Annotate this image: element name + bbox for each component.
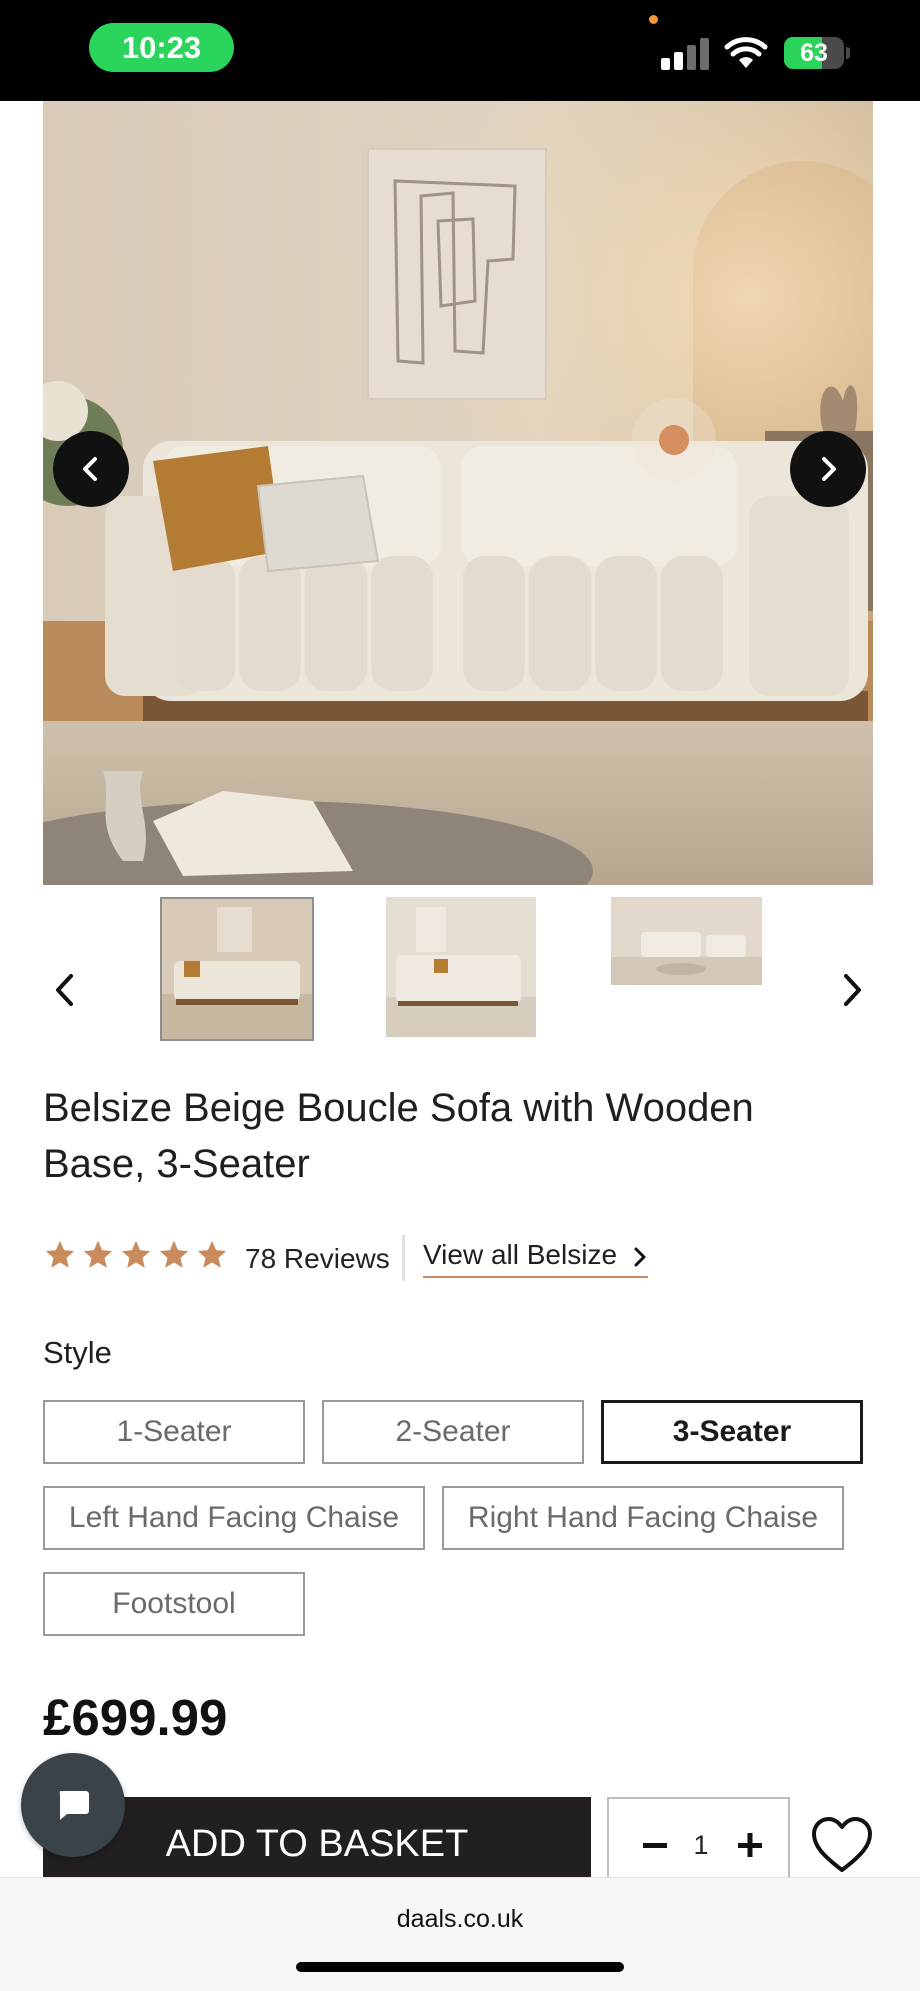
cellular-signal-icon xyxy=(661,38,709,70)
reviews-link[interactable]: 78 Reviews xyxy=(245,1243,390,1275)
battery-percent: 63 xyxy=(800,39,828,67)
thumbnail-image-2[interactable] xyxy=(386,897,536,1037)
hero-product-image[interactable] xyxy=(43,101,873,885)
recording-indicator xyxy=(649,15,658,24)
plus-icon xyxy=(738,1833,762,1857)
quantity-decrease-button[interactable] xyxy=(637,1827,673,1863)
status-time: 10:23 xyxy=(89,23,234,72)
star-icon xyxy=(197,1240,227,1268)
star-icon xyxy=(83,1240,113,1268)
chevron-left-icon xyxy=(56,974,73,1006)
wifi-icon xyxy=(724,37,768,68)
style-option-1-seater[interactable]: 1-Seater xyxy=(43,1400,305,1464)
thumbnail-image-1[interactable] xyxy=(160,897,314,1041)
star-icon xyxy=(159,1240,189,1268)
chevron-right-icon xyxy=(822,457,836,481)
style-option-footstool[interactable]: Footstool xyxy=(43,1572,305,1636)
hotspot-dot xyxy=(659,425,689,455)
style-option-3-seater[interactable]: 3-Seater xyxy=(601,1400,863,1464)
browser-address-bar[interactable]: daals.co.uk xyxy=(0,1877,920,1991)
battery-charging-icon: 63 xyxy=(784,37,844,69)
star-icon xyxy=(45,1240,75,1268)
rating-divider xyxy=(402,1235,405,1281)
rating-row: 78 Reviews View all Belsize xyxy=(43,1235,863,1285)
product-title: Belsize Beige Boucle Sofa with Wooden Ba… xyxy=(43,1086,754,1186)
style-option-left-hand-chaise[interactable]: Left Hand Facing Chaise xyxy=(43,1486,425,1550)
thumbnail-image-3[interactable] xyxy=(611,897,762,985)
view-all-belsize-link[interactable]: View all Belsize xyxy=(423,1239,648,1278)
style-option-2-seater[interactable]: 2-Seater xyxy=(322,1400,584,1464)
live-chat-button[interactable] xyxy=(21,1753,125,1857)
style-option-right-hand-chaise[interactable]: Right Hand Facing Chaise xyxy=(442,1486,844,1550)
status-bar: 10:23 63 xyxy=(0,0,920,101)
chat-icon xyxy=(59,1791,89,1820)
thumbnail-prev-button[interactable] xyxy=(45,970,85,1010)
thumbnail-next-button[interactable] xyxy=(832,970,872,1010)
chevron-right-icon xyxy=(634,1247,646,1267)
hero-next-button[interactable] xyxy=(790,431,866,507)
home-indicator[interactable] xyxy=(296,1962,624,1972)
star-rating xyxy=(43,1238,233,1276)
battery-tip xyxy=(846,47,850,59)
style-label: Style xyxy=(43,1335,112,1370)
view-all-label: View all Belsize xyxy=(423,1239,618,1270)
product-price: £699.99 xyxy=(43,1689,228,1746)
quantity-increase-button[interactable] xyxy=(732,1827,768,1863)
hero-prev-button[interactable] xyxy=(53,431,129,507)
quantity-value[interactable]: 1 xyxy=(679,1827,723,1863)
url-text[interactable]: daals.co.uk xyxy=(0,1905,920,1934)
chevron-left-icon xyxy=(83,457,97,481)
chevron-right-icon xyxy=(844,974,861,1006)
star-icon xyxy=(121,1240,151,1268)
image-hotspot[interactable] xyxy=(632,398,716,482)
wishlist-heart-icon[interactable] xyxy=(810,1815,874,1875)
minus-icon xyxy=(643,1843,667,1848)
